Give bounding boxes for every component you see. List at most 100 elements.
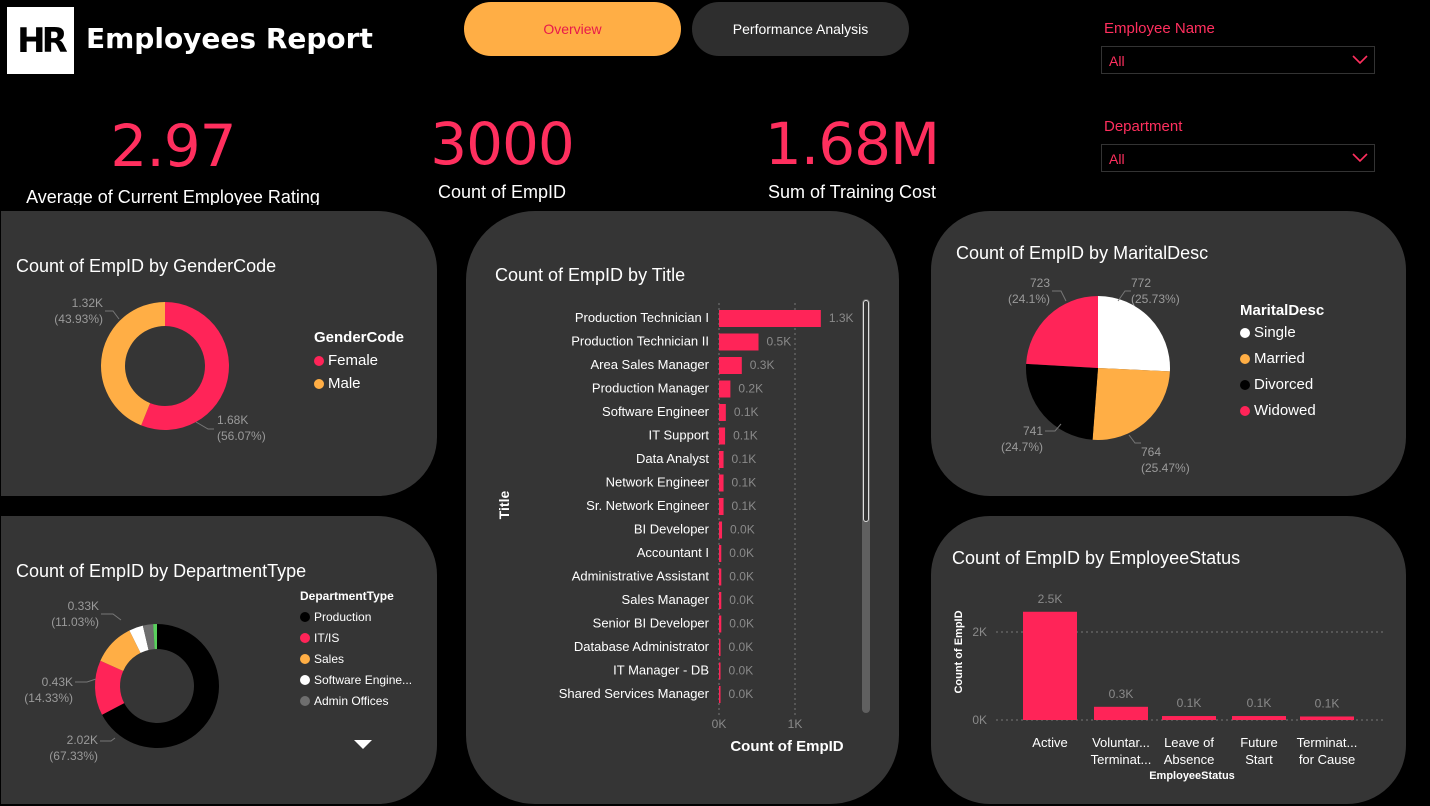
department-legend-title: DepartmentType [300,589,394,603]
y-tick-label: Production Technician II [571,334,709,349]
x-tick-label: Future [1240,735,1278,750]
kpi-avg-rating-value: 2.97 [110,112,236,180]
x-tick-label: 1K [788,717,803,731]
y-tick-label: Area Sales Manager [590,357,709,372]
page-title: Employees Report [86,22,373,55]
status-bar [1023,611,1077,720]
legend-label: Widowed [1254,402,1316,419]
kpi-training-cost-value: 1.68M [764,110,940,178]
legend-item-software-engineering[interactable]: Software Engine... [300,673,412,687]
employee-name-dropdown[interactable]: All [1101,46,1375,74]
marital-legend-title: MaritalDesc [1240,302,1325,319]
legend-scroll-down-icon[interactable] [354,740,372,750]
slice-value-label: 0.43K [42,675,73,689]
bar-value-label: 0.2K [738,382,763,396]
department-chart-panel: Count of EmpID by DepartmentType 2.02K (6… [0,515,438,805]
slice-leader-line [1128,434,1141,444]
slice-percent-label: (11.03%) [51,615,99,629]
bar-value-label: 1.3K [829,311,854,325]
legend-label: Production [314,610,372,624]
slice-leader-line [100,737,116,742]
title-bar [719,427,726,445]
slice-percent-label: (67.33%) [49,749,98,763]
legend-item-female[interactable]: Female [314,352,404,369]
department-dropdown[interactable]: All [1101,144,1375,172]
title-bar [719,592,722,609]
legend-item-single[interactable]: Single [1240,324,1324,341]
legend-label: Female [328,352,379,369]
bar-value-label: 0.1K [733,429,758,443]
x-axis-title: EmployeeStatus [1149,770,1235,782]
legend-label: IT/IS [314,631,340,645]
slice-percent-label: (24.1%) [1008,292,1050,306]
x-tick-label: Start [1245,752,1273,767]
legend-item-it-is[interactable]: IT/IS [300,631,412,645]
title-chart-scrollbar-thumb[interactable] [863,300,869,522]
tab-performance-analysis[interactable]: Performance Analysis [692,2,909,56]
title-bar [719,639,721,656]
pie-slice-1 [1092,368,1170,440]
legend-item-sales[interactable]: Sales [300,652,412,666]
y-tick-label: Accountant I [637,545,709,560]
title-bar [719,357,742,374]
legend-label: Single [1254,324,1296,341]
legend-item-divorced[interactable]: Divorced [1240,376,1324,393]
slice-value-label: 772 [1131,276,1151,290]
legend-label: Male [328,375,361,392]
title-chart-scrollbar-track[interactable] [862,299,870,713]
bar-value-label: 0.1K [1315,696,1340,710]
legend-item-admin-offices[interactable]: Admin Offices [300,694,412,708]
title-bar [719,662,721,680]
legend-item-male[interactable]: Male [314,375,404,392]
y-tick-label: Software Engineer [602,404,710,419]
title-bar [719,333,759,351]
slice-value-label: 1.32K [72,296,103,310]
legend-item-production[interactable]: Production [300,610,412,624]
kpi-training-cost-label: Sum of Training Cost [767,182,937,202]
bar-value-label: 0.0K [729,640,754,654]
tab-overview[interactable]: Overview [464,2,681,56]
y-tick-label: Sales Manager [622,592,710,607]
legend-item-widowed[interactable]: Widowed [1240,402,1324,419]
legend-dot-icon [300,633,310,643]
slice-leader-line [75,678,97,683]
legend-dot-icon [300,612,310,622]
bar-value-label: 0.1K [732,499,757,513]
bar-value-label: 0.0K [729,546,754,560]
slice-percent-label: (24.7%) [1001,440,1043,454]
department-filter-label: Department [1104,118,1183,135]
title-bar [719,380,731,398]
slice-value-label: 1.68K [217,413,248,427]
legend-item-married[interactable]: Married [1240,350,1324,367]
legend-dot-icon [1240,327,1250,338]
slice-leader-line [1052,290,1067,302]
title-bar [719,568,722,586]
y-tick-label: Network Engineer [606,475,710,490]
slice-leader-line [105,310,120,320]
pie-slice-0 [1098,296,1170,372]
legend-dot-icon [1240,379,1250,390]
bar-value-label: 0.0K [729,664,754,678]
employee-name-filter-label: Employee Name [1104,20,1215,37]
legend-label: Admin Offices [314,694,389,708]
status-chart-panel: Count of EmpID by EmployeeStatus 0K 2K 2.5… [930,515,1407,805]
bar-value-label: 0.1K [1247,696,1272,710]
bar-value-label: 0.1K [732,476,757,490]
title-bar [719,615,722,633]
y-tick-label: Administrative Assistant [572,569,710,584]
y-tick-label: 0K [972,713,987,727]
chevron-down-icon [1352,153,1368,163]
bar-value-label: 0.0K [729,617,754,631]
x-tick-label: Active [1032,735,1067,750]
legend-dot-icon [314,355,324,366]
y-tick-label: Shared Services Manager [559,686,710,701]
x-tick-label: for Cause [1299,752,1355,767]
slice-percent-label: (56.07%) [217,429,266,443]
employee-name-dropdown-value: All [1109,53,1125,69]
bar-value-label: 0.0K [730,523,755,537]
title-bar [719,474,724,492]
title-bar [719,686,721,703]
x-axis-title: Count of EmpID [730,738,843,755]
x-tick-label: Voluntar... [1092,735,1150,750]
bar-value-label: 0.1K [732,452,757,466]
